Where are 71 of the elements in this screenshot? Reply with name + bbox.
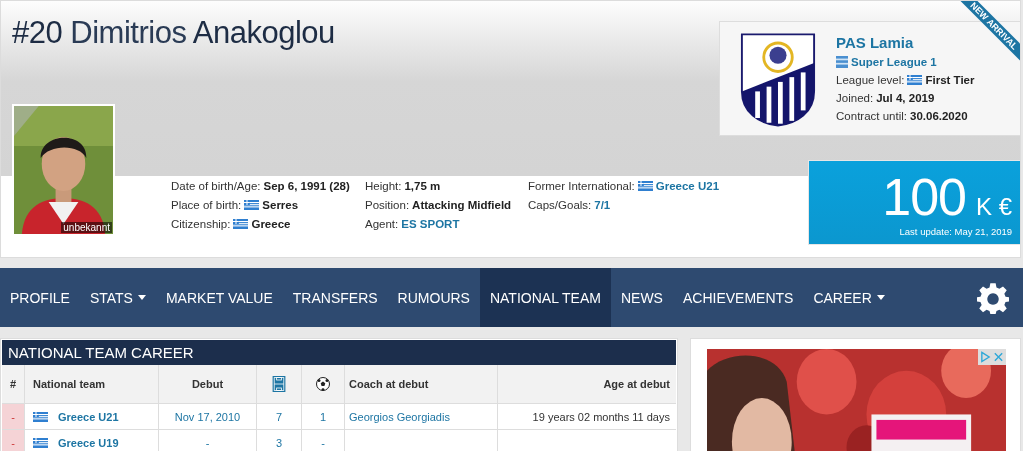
league-icon [836, 56, 849, 68]
last-update: Last update: May 21, 2019 [899, 226, 1013, 237]
row-index: - [11, 436, 15, 449]
nav-tab[interactable]: STATS [79, 268, 156, 327]
caret-icon [876, 295, 885, 300]
club-label: League level: [836, 74, 905, 86]
flag-icon [907, 75, 923, 85]
pitch-icon [272, 376, 286, 392]
section-title: NATIONAL TEAM CAREER [2, 340, 676, 365]
flag-icon [244, 200, 260, 210]
column-header: # [9, 378, 17, 390]
info-value: Serres [262, 199, 299, 211]
club-link[interactable]: PAS Lamia [836, 34, 975, 51]
info-label: Agent: [365, 218, 399, 230]
nav-tab[interactable]: ACHIEVEMENTS [672, 268, 804, 327]
flag-icon [33, 411, 48, 422]
nav-tab[interactable]: NEWS [610, 268, 673, 327]
info-label: Position: [365, 199, 410, 211]
info-link[interactable]: 7/1 [594, 199, 611, 211]
team-link[interactable]: Greece U19 [58, 436, 119, 449]
market-value-unit: K € [976, 193, 1013, 221]
goals-count[interactable]: 1 [319, 410, 327, 423]
club-value: Jul 4, 2019 [876, 92, 935, 104]
info-value: Greece [251, 218, 291, 230]
info-label: Former International: [528, 180, 635, 192]
flag-icon [33, 437, 48, 448]
info-label: Caps/Goals: [528, 199, 592, 211]
coach-link[interactable]: Georgios Georgiadis [349, 410, 450, 423]
info-value: 1,75 m [404, 180, 441, 192]
player-name: #20 Dimitrios Anakoglou [12, 15, 336, 51]
nav-tab[interactable]: NATIONAL TEAM [479, 268, 611, 327]
info-label: Height: [365, 180, 402, 192]
team-link[interactable]: Greece U21 [58, 410, 119, 423]
info-link[interactable]: Greece U21 [655, 180, 720, 192]
column-header: Coach at debut [349, 378, 429, 390]
info-label: Date of birth/Age: [171, 180, 261, 192]
flag-icon [233, 219, 249, 229]
info-link[interactable]: ES SPORT [401, 218, 460, 230]
info-value: Attacking Midfield [412, 199, 512, 211]
ad-info-icon[interactable] [980, 351, 991, 363]
nav-tab[interactable]: RUMOURS [387, 268, 480, 327]
club-label: Joined: [836, 92, 874, 104]
photo-caption: unbekannt [61, 222, 112, 233]
column-header: Debut [191, 378, 224, 390]
ball-icon [316, 376, 330, 392]
debut-date[interactable]: - [205, 436, 210, 449]
club-value: 30.06.2020 [910, 110, 968, 122]
flag-icon [637, 181, 653, 191]
close-icon[interactable] [993, 351, 1004, 363]
debut-date[interactable]: Nov 17, 2010 [174, 410, 241, 423]
club-label: Contract until: [836, 110, 907, 122]
club-value: First Tier [925, 74, 975, 86]
nav-tab[interactable]: PROFILE [0, 268, 80, 327]
caps-count[interactable]: 3 [275, 436, 283, 449]
row-index: - [11, 410, 15, 423]
nav-tab[interactable]: CAREER [803, 268, 895, 327]
info-label: Citizenship: [171, 218, 231, 230]
info-label: Place of birth: [171, 199, 242, 211]
league-link[interactable]: Super League 1 [851, 56, 937, 68]
settings-icon[interactable] [977, 281, 1009, 314]
goals-count[interactable]: - [321, 436, 325, 449]
nav-tab[interactable]: MARKET VALUE [155, 268, 283, 327]
caret-icon [137, 295, 146, 300]
column-header: National team [33, 378, 106, 390]
caps-count[interactable]: 7 [275, 410, 283, 423]
age-at-debut: 19 years 02 months 11 days [532, 410, 670, 423]
market-value-amount: 100 [882, 169, 966, 225]
market-value-panel[interactable]: 100 K € Last update: May 21, 2019 [808, 160, 1020, 245]
nav-tab[interactable]: TRANSFERS [282, 268, 388, 327]
column-header: Age at debut [603, 378, 670, 390]
info-value: Sep 6, 1991 (28) [263, 180, 350, 192]
